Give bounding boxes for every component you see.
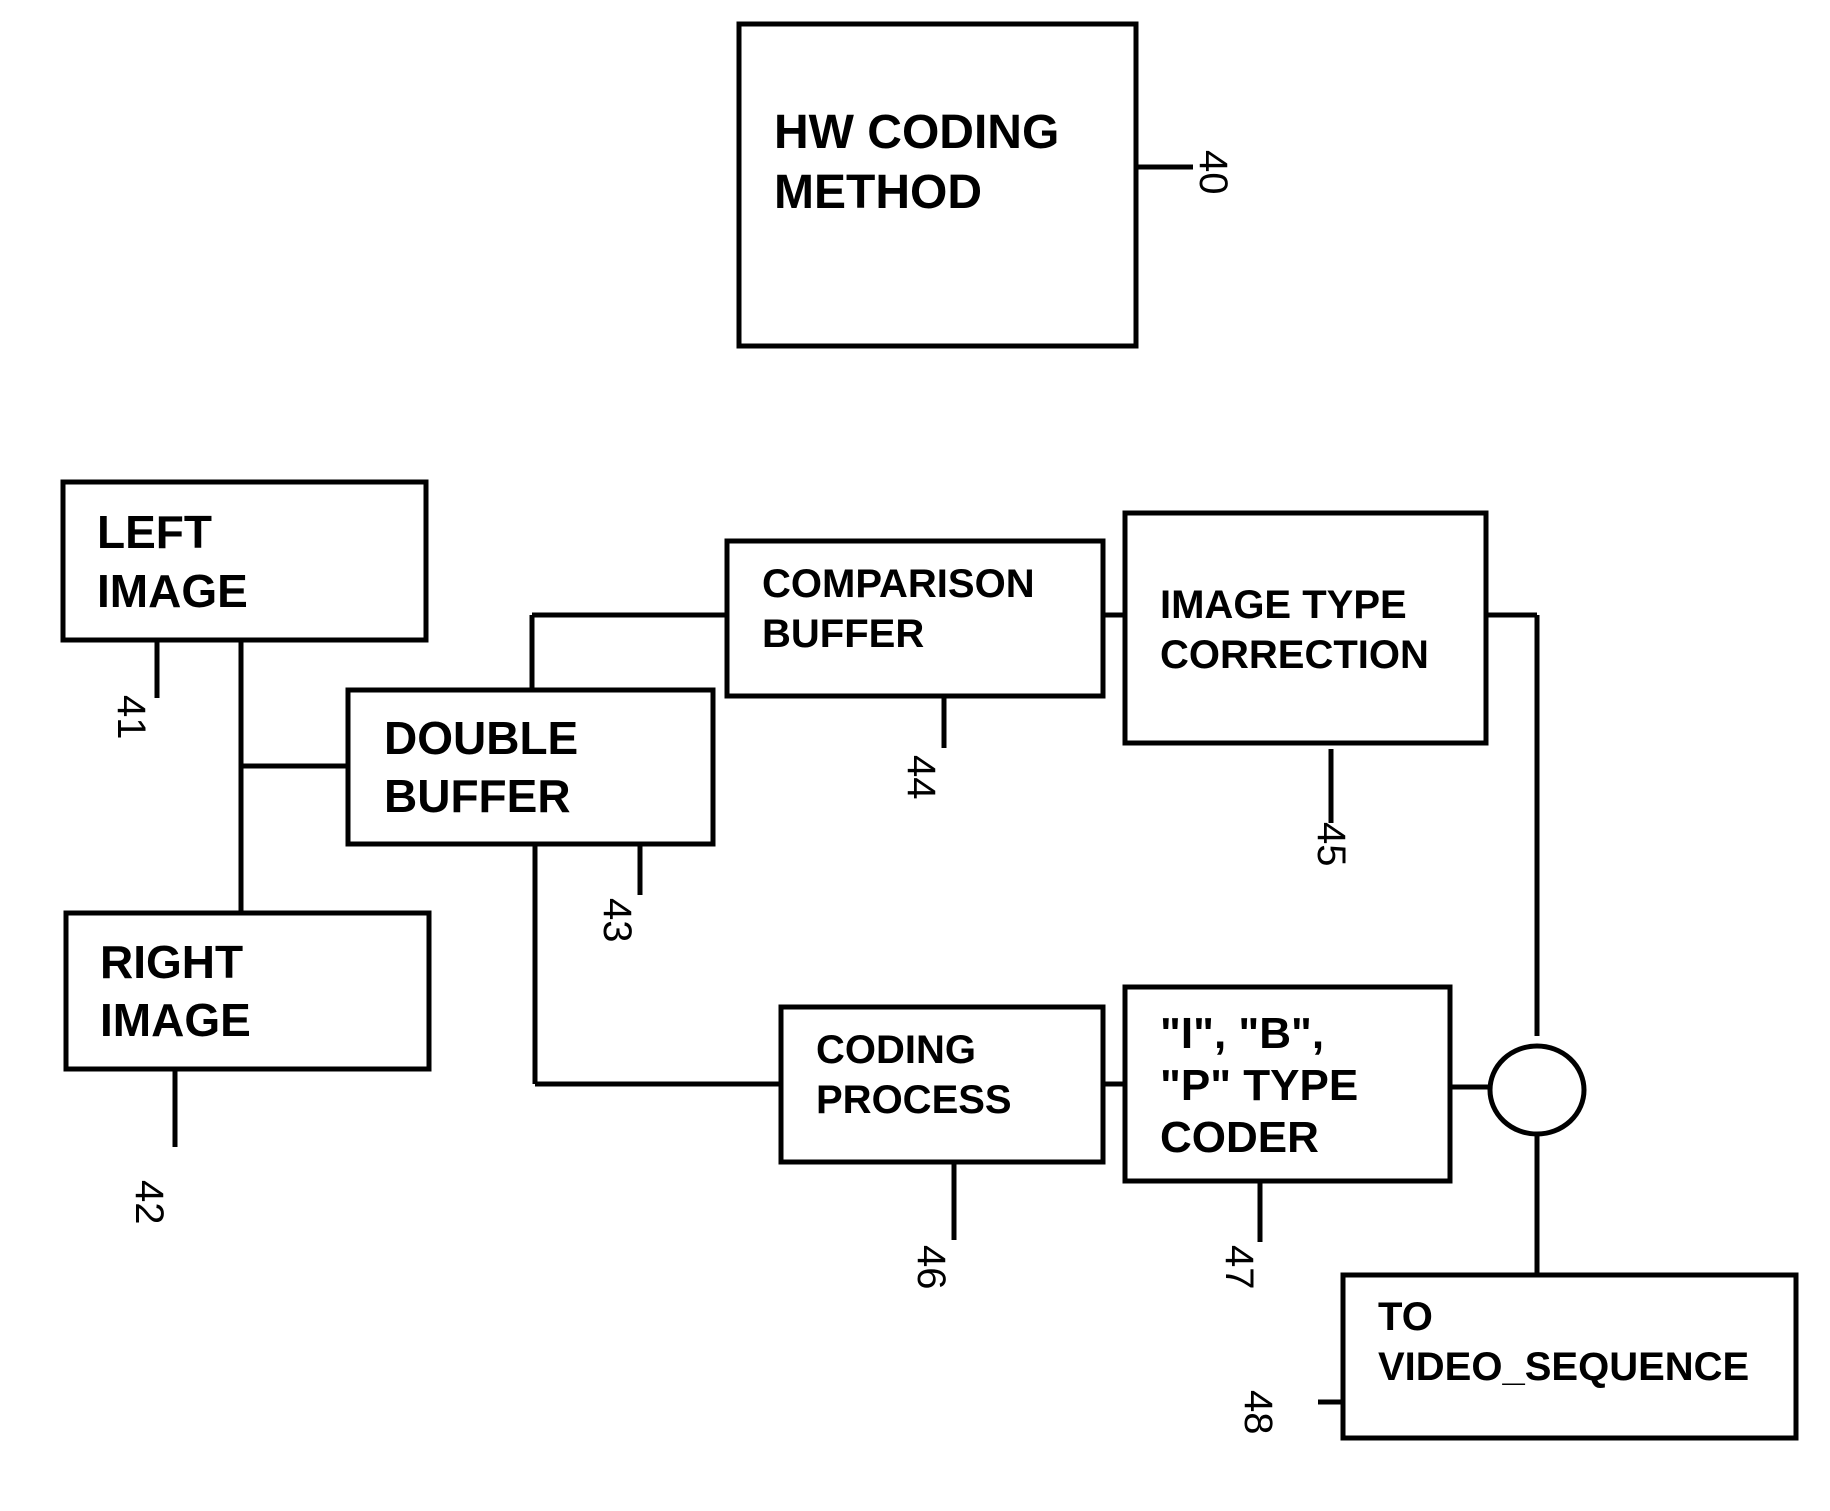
ref-number: 47 bbox=[1217, 1245, 1261, 1290]
ref-number: 48 bbox=[1236, 1390, 1280, 1435]
ref-number: 41 bbox=[109, 695, 153, 740]
ref-number: 44 bbox=[899, 755, 943, 800]
block-image-type-correction: IMAGE TYPE CORRECTION 45 bbox=[1122, 510, 1489, 867]
ref-number: 43 bbox=[595, 898, 639, 943]
block-label: IMAGE bbox=[100, 994, 251, 1046]
ref-number: 45 bbox=[1309, 822, 1353, 867]
block-label: BUFFER bbox=[384, 770, 571, 822]
block-label: METHOD bbox=[774, 166, 982, 219]
block-label: HW CODING bbox=[774, 106, 1059, 159]
block-double-buffer: DOUBLE BUFFER 43 bbox=[345, 687, 716, 943]
block-label: VIDEO_SEQUENCE bbox=[1378, 1345, 1749, 1389]
summing-junction bbox=[1487, 1043, 1587, 1137]
block-label: "I", "B", bbox=[1160, 1009, 1324, 1058]
block-ibp-type-coder: "I", "B", "P" TYPE CODER 47 bbox=[1122, 984, 1453, 1290]
block-label: IMAGE TYPE bbox=[1160, 583, 1407, 627]
block-label: IMAGE bbox=[97, 565, 248, 617]
block-label: RIGHT bbox=[100, 936, 243, 988]
ref-number: 42 bbox=[127, 1180, 171, 1225]
block-label: TO bbox=[1378, 1295, 1433, 1339]
block-label: "P" TYPE bbox=[1160, 1061, 1358, 1110]
block-label: CODER bbox=[1160, 1113, 1319, 1162]
block-comparison-buffer: COMPARISON BUFFER 44 bbox=[724, 538, 1106, 800]
block-label: CODING bbox=[816, 1028, 976, 1072]
block-right-image: RIGHT IMAGE 42 bbox=[63, 910, 432, 1225]
block-label: DOUBLE bbox=[384, 712, 578, 764]
block-label: PROCESS bbox=[816, 1078, 1012, 1122]
block-hw-coding-method: HW CODING METHOD 40 bbox=[736, 21, 1235, 349]
block-label: COMPARISON bbox=[762, 562, 1035, 606]
ref-number: 40 bbox=[1191, 150, 1235, 195]
block-label: CORRECTION bbox=[1160, 633, 1429, 677]
block-to-video-sequence: TO VIDEO_SEQUENCE 48 bbox=[1236, 1272, 1799, 1441]
block-diagram: HW CODING METHOD 40 LEFT IMAGE 41 RIGHT … bbox=[60, 21, 1799, 1441]
ref-number: 46 bbox=[909, 1245, 953, 1290]
block-label: LEFT bbox=[97, 506, 212, 558]
block-coding-process: CODING PROCESS 46 bbox=[778, 1004, 1106, 1290]
block-label: BUFFER bbox=[762, 612, 924, 656]
